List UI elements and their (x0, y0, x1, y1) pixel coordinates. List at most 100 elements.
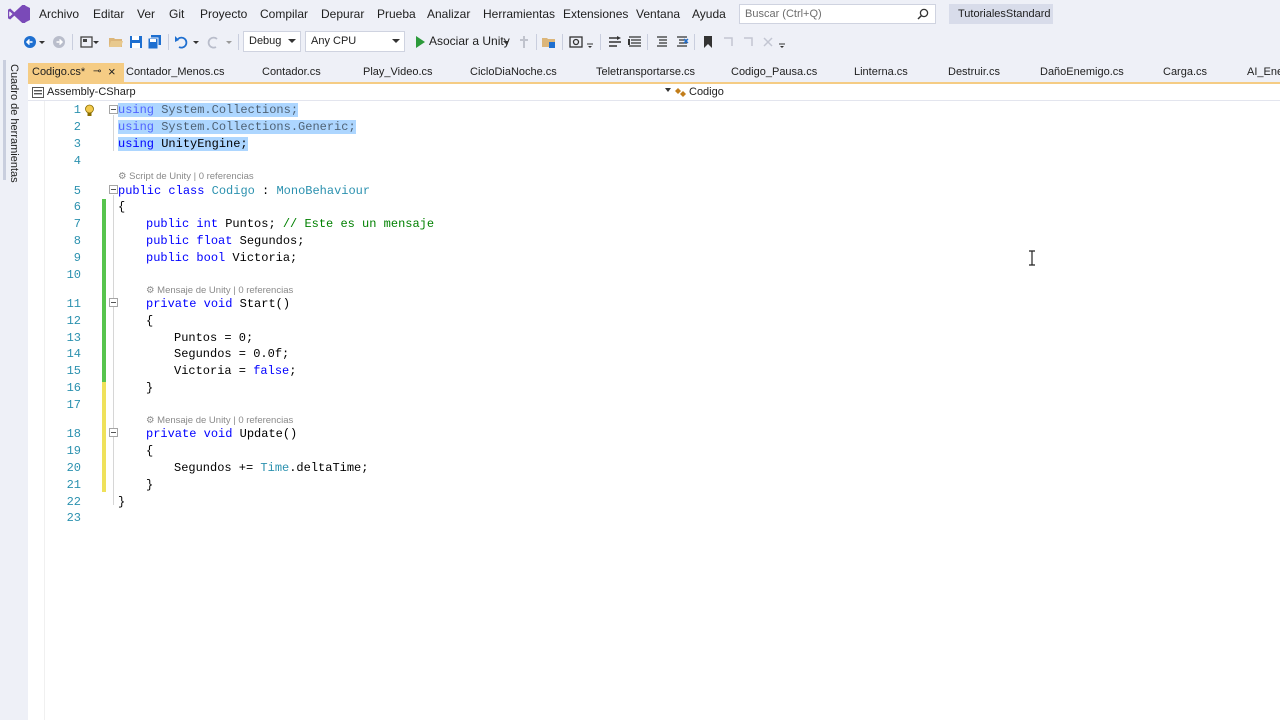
attach-to-unity-button[interactable]: Asociar a Unity (429, 34, 510, 48)
configuration-select[interactable]: Debug (243, 31, 301, 52)
tab-label: Codigo.cs* (32, 66, 86, 78)
code-line: { (146, 444, 154, 458)
save-all-icon[interactable] (147, 34, 163, 50)
back-dropdown-icon[interactable] (38, 34, 46, 50)
menu-git[interactable]: Git (169, 7, 184, 21)
new-item-dropdown-icon[interactable] (92, 34, 100, 50)
platform-select[interactable]: Any CPU (305, 31, 405, 52)
search-input[interactable]: Buscar (Ctrl+Q) (739, 4, 936, 24)
redo-icon[interactable] (205, 34, 221, 50)
uncomment-lines-icon[interactable] (674, 34, 690, 50)
open-folder-icon[interactable] (108, 34, 124, 50)
unsaved-change-indicator (102, 382, 106, 492)
undo-icon[interactable] (174, 34, 190, 50)
toolbar-separator (600, 34, 601, 50)
menu-prueba[interactable]: Prueba (377, 7, 416, 21)
tab-contador-menos[interactable]: Contador_Menos.cs (122, 63, 224, 82)
save-icon[interactable] (128, 34, 144, 50)
collapse-icon[interactable] (109, 428, 118, 437)
codelens-text: Mensaje de Unity | 0 referencias (157, 415, 294, 426)
code-line: } (146, 478, 154, 492)
tab-linterna[interactable]: Linterna.cs (850, 63, 908, 82)
code-line: public bool Victoria; (146, 251, 297, 265)
close-icon[interactable]: × (108, 64, 116, 79)
configuration-value: Debug (249, 35, 282, 47)
tab-label: CicloDiaNoche.cs (470, 66, 557, 78)
chevron-down-icon[interactable] (665, 88, 671, 92)
tab-teletransportarse[interactable]: Teletransportarse.cs (592, 63, 695, 82)
visual-studio-logo-icon[interactable] (8, 5, 30, 23)
menu-depurar[interactable]: Depurar (321, 7, 364, 21)
menu-ver[interactable]: Ver (137, 7, 155, 21)
redo-dropdown-icon[interactable] (225, 34, 233, 50)
tab-contador[interactable]: Contador.cs (258, 63, 321, 82)
forward-icon[interactable] (51, 34, 67, 50)
menu-editar[interactable]: Editar (93, 7, 124, 21)
line-number: 4 (73, 154, 81, 168)
line-number: 14 (66, 347, 81, 361)
tab-label: Contador.cs (262, 66, 321, 78)
collapse-icon[interactable] (109, 185, 118, 194)
text-cursor-icon (1029, 250, 1035, 266)
tab-destruir[interactable]: Destruir.cs (944, 63, 1000, 82)
next-bookmark-icon[interactable] (740, 34, 756, 50)
codelens-start[interactable]: ⚙ Mensaje de Unity | 0 referencias (146, 285, 293, 296)
codelens-update[interactable]: ⚙ Mensaje de Unity | 0 referencias (146, 415, 293, 426)
tab-carga[interactable]: Carga.cs (1159, 63, 1207, 82)
step-into-icon[interactable] (607, 34, 623, 50)
solution-name-badge[interactable]: TutorialesStandard (949, 4, 1053, 24)
collapse-icon[interactable] (109, 105, 118, 114)
toolbox-tab[interactable]: Cuadro de herramientas (8, 64, 22, 183)
previous-bookmark-icon[interactable] (720, 34, 736, 50)
undo-dropdown-icon[interactable] (192, 34, 200, 50)
codelens-class[interactable]: ⚙ Script de Unity | 0 referencias (118, 171, 254, 182)
menu-compilar[interactable]: Compilar (260, 7, 308, 21)
hot-reload-icon[interactable] (516, 34, 532, 50)
tab-codigo[interactable]: Codigo.cs* ⊸ × (28, 63, 124, 82)
menu-extensiones[interactable]: Extensiones (563, 7, 628, 21)
collapse-icon[interactable] (109, 298, 118, 307)
line-number: 18 (66, 427, 81, 441)
menu-herramientas[interactable]: Herramientas (483, 7, 555, 21)
line-number: 6 (73, 200, 81, 214)
code-token: Time (260, 461, 290, 475)
tab-ciclo-dia-noche[interactable]: CicloDiaNoche.cs (466, 63, 557, 82)
tab-ai-enemigo[interactable]: AI_Ener (1243, 63, 1280, 82)
unity-icon: ⚙ (118, 171, 127, 182)
code-token: Start() (232, 297, 291, 311)
toolbar: Debug Any CPU Asociar a Unity (0, 28, 1280, 56)
toolbar-separator (694, 34, 695, 50)
play-icon[interactable] (412, 34, 428, 50)
pin-icon[interactable]: ⊸ (93, 66, 101, 77)
browse-folder-icon[interactable] (541, 34, 557, 50)
lightbulb-icon[interactable] (84, 104, 95, 117)
code-line: { (118, 200, 126, 214)
clear-bookmarks-icon[interactable] (760, 34, 776, 50)
tab-play-video[interactable]: Play_Video.cs (359, 63, 433, 82)
code-line: Victoria = false; (174, 364, 296, 378)
toolbar-separator (647, 34, 648, 50)
screenshot-icon[interactable] (568, 34, 584, 50)
code-token: Segundos; (232, 234, 305, 248)
line-number: 8 (73, 234, 81, 248)
menu-analizar[interactable]: Analizar (427, 7, 470, 21)
tab-codigo-pausa[interactable]: Codigo_Pausa.cs (727, 63, 817, 82)
menu-proyecto[interactable]: Proyecto (200, 7, 247, 21)
menu-ventana[interactable]: Ventana (636, 7, 680, 21)
code-line: public int Puntos; // Este es un mensaje (146, 217, 434, 231)
screenshot-dropdown-icon[interactable] (586, 34, 594, 50)
attach-dropdown-icon[interactable] (502, 34, 510, 50)
back-icon[interactable] (22, 34, 38, 50)
bookmark-icon[interactable] (700, 34, 716, 50)
code-line: using System.Collections; (118, 103, 299, 117)
tab-dano-enemigo[interactable]: DañoEnemigo.cs (1036, 63, 1124, 82)
code-token: private (146, 297, 197, 311)
project-selector[interactable]: Assembly-CSharp (28, 84, 668, 101)
tab-label: AI_Ener (1247, 66, 1280, 78)
format-document-icon[interactable] (627, 34, 643, 50)
menu-ayuda[interactable]: Ayuda (692, 7, 726, 21)
line-number: 10 (66, 268, 81, 282)
toolbar-overflow-icon[interactable] (778, 34, 786, 50)
comment-lines-icon[interactable] (654, 34, 670, 50)
menu-archivo[interactable]: Archivo (39, 7, 79, 21)
